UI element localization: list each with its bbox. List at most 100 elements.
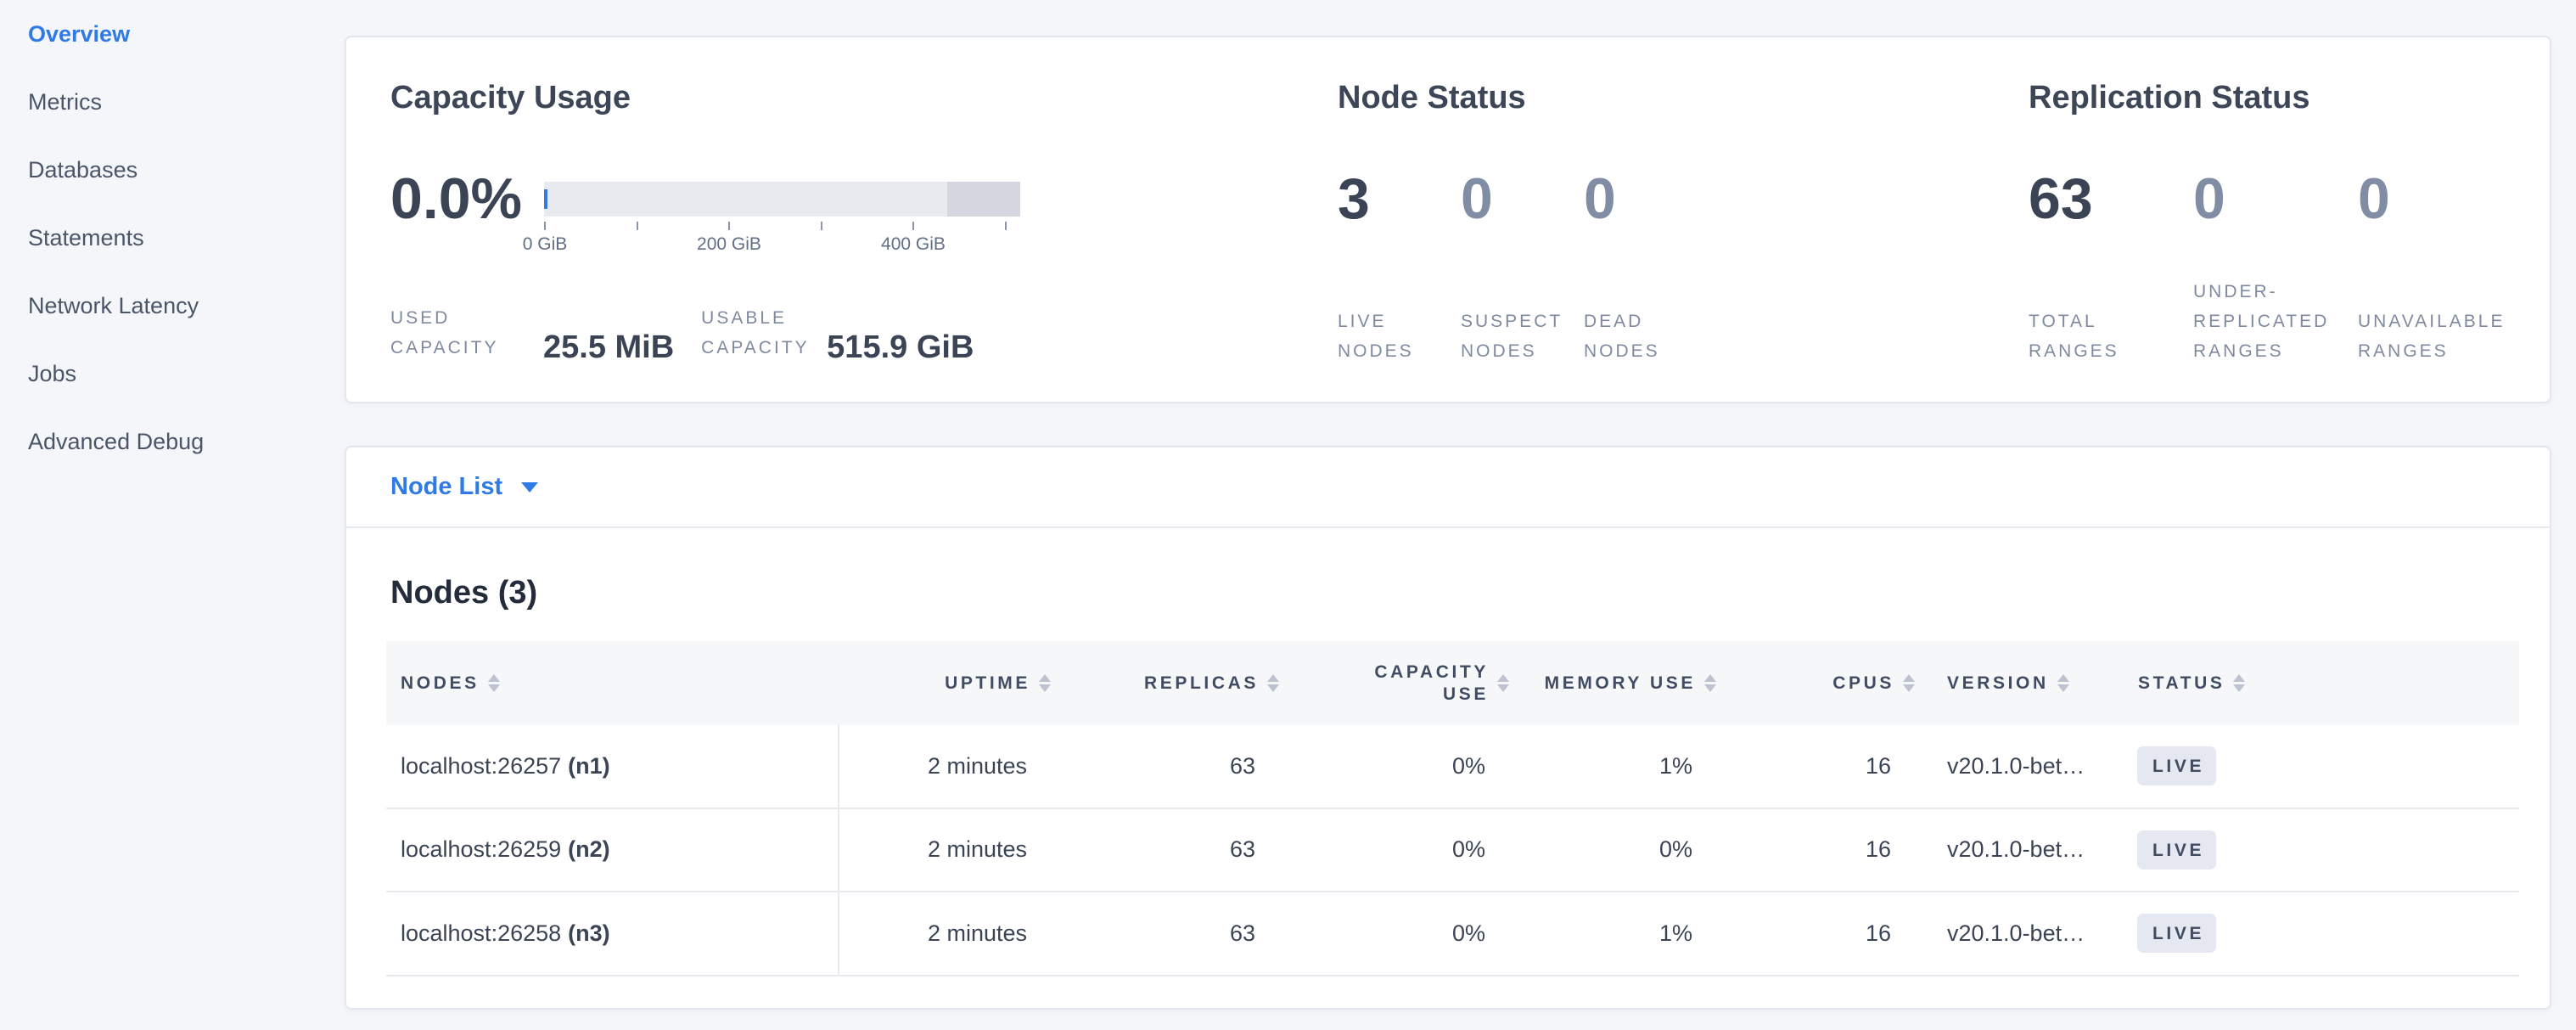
nodes-count-heading: Nodes (3) — [390, 575, 537, 611]
axis-tick — [728, 222, 730, 230]
column-label: CPUS — [1832, 673, 1894, 694]
cluster-overview-page: Overview Metrics Databases Statements Ne… — [0, 0, 2576, 1030]
live-nodes-label: LIVE NODES — [1338, 307, 1440, 366]
usable-capacity-label: USABLE CAPACITY — [701, 303, 823, 363]
axis-tick-label: 0 GiB — [523, 234, 568, 255]
live-nodes-value: 3 — [1338, 168, 1456, 229]
unavailable-label: UNAVAILABLE RANGES — [2358, 307, 2528, 366]
axis-tick — [544, 222, 546, 230]
usable-capacity-value: 515.9 GiB — [827, 329, 974, 366]
dead-nodes-value: 0 — [1584, 168, 1703, 229]
total-ranges-value: 63 — [2029, 168, 2164, 229]
used-capacity-label: USED CAPACITY — [390, 303, 533, 363]
node-list-card: Node List Nodes (3) NODES UPTIME REPLICA… — [345, 446, 2551, 1010]
sidebar-item-statements[interactable]: Statements — [0, 204, 345, 272]
divider — [346, 526, 2550, 528]
column-header-replicas[interactable]: REPLICAS — [1075, 641, 1303, 725]
sort-icon[interactable] — [1039, 674, 1051, 692]
status-cell: LIVE — [2129, 725, 2519, 808]
node-list-dropdown-label: Node List — [390, 473, 502, 501]
sidebar-item-overview[interactable]: Overview — [0, 0, 345, 68]
sort-icon[interactable] — [1704, 674, 1716, 692]
sidebar-item-network-latency[interactable]: Network Latency — [0, 272, 345, 340]
sidebar-item-metrics[interactable]: Metrics — [0, 68, 345, 136]
column-label: UPTIME — [945, 673, 1030, 694]
table-row[interactable]: localhost:26257 (n1) 2 minutes 63 0% 1% … — [386, 725, 2519, 809]
status-badge: LIVE — [2137, 746, 2216, 785]
dead-nodes-stat: 0 DEAD NODES — [1584, 168, 1703, 366]
node-id: (n2) — [568, 836, 610, 863]
column-header-memory-use[interactable]: MEMORY USE — [1533, 641, 1740, 725]
sort-icon[interactable] — [1903, 674, 1915, 692]
memory-use-cell: 1% — [1533, 725, 1740, 808]
column-label: CAPACITY USE — [1353, 661, 1489, 706]
sort-icon[interactable] — [488, 674, 500, 692]
axis-tick — [821, 222, 822, 230]
used-capacity-value: 25.5 MiB — [543, 329, 674, 366]
capacity-usage-bar — [544, 182, 1020, 217]
capacity-use-cell: 0% — [1303, 809, 1533, 892]
memory-use-cell: 0% — [1533, 809, 1740, 892]
live-nodes-stat: 3 LIVE NODES — [1338, 168, 1456, 366]
column-header-cpus[interactable]: CPUS — [1740, 641, 1939, 725]
memory-use-cell: 1% — [1533, 892, 1740, 975]
under-replicated-label: UNDER-REPLICATED RANGES — [2193, 277, 2370, 366]
uptime-cell: 2 minutes — [839, 809, 1075, 892]
cluster-summary-card: Capacity Usage 0.0% 0 GiB 200 GiB 400 Gi… — [345, 36, 2551, 403]
table-row[interactable]: localhost:26259 (n2) 2 minutes 63 0% 0% … — [386, 809, 2519, 893]
sort-icon[interactable] — [1497, 674, 1509, 692]
sidebar-item-databases[interactable]: Databases — [0, 136, 345, 204]
column-label: NODES — [401, 673, 480, 694]
column-header-status[interactable]: STATUS — [2129, 641, 2519, 725]
column-header-version[interactable]: VERSION — [1939, 641, 2129, 725]
dead-nodes-label: DEAD NODES — [1584, 307, 1686, 366]
table-header-row: NODES UPTIME REPLICAS CAPACITY USE MEMOR… — [386, 641, 2519, 725]
axis-tick — [1005, 222, 1007, 230]
sidebar-item-jobs[interactable]: Jobs — [0, 340, 345, 408]
unavailable-ranges-stat: 0 UNAVAILABLE RANGES — [2358, 168, 2528, 366]
sidebar-nav: Overview Metrics Databases Statements Ne… — [0, 0, 345, 1030]
replicas-cell: 63 — [1075, 725, 1303, 808]
capacity-use-cell: 0% — [1303, 725, 1533, 808]
column-header-nodes[interactable]: NODES — [386, 641, 839, 725]
column-label: VERSION — [1947, 673, 2049, 694]
replication-status-title: Replication Status — [2029, 80, 2310, 116]
unavailable-value: 0 — [2358, 168, 2528, 229]
column-header-uptime[interactable]: UPTIME — [839, 641, 1075, 725]
axis-tick — [637, 222, 638, 230]
node-address: localhost:26258 — [401, 920, 561, 947]
status-cell: LIVE — [2129, 809, 2519, 892]
replicas-cell: 63 — [1075, 892, 1303, 975]
column-label: STATUS — [2138, 673, 2225, 694]
replicas-cell: 63 — [1075, 809, 1303, 892]
column-label: MEMORY USE — [1545, 673, 1696, 694]
column-label: REPLICAS — [1144, 673, 1259, 694]
axis-tick-label: 200 GiB — [697, 234, 761, 255]
node-id: (n1) — [568, 753, 610, 780]
sort-icon[interactable] — [1267, 674, 1279, 692]
status-badge: LIVE — [2137, 830, 2216, 870]
suspect-nodes-stat: 0 SUSPECT NODES — [1461, 168, 1597, 366]
uptime-cell: 2 minutes — [839, 725, 1075, 808]
cpus-cell: 16 — [1740, 892, 1939, 975]
version-cell: v20.1.0-bet… — [1939, 725, 2129, 808]
node-address-cell: localhost:26258 (n3) — [386, 892, 839, 975]
status-badge: LIVE — [2137, 914, 2216, 953]
cpus-cell: 16 — [1740, 725, 1939, 808]
table-row[interactable]: localhost:26258 (n3) 2 minutes 63 0% 1% … — [386, 892, 2519, 977]
total-ranges-label: TOTAL RANGES — [2029, 307, 2130, 366]
node-list-dropdown[interactable]: Node List — [390, 447, 538, 526]
sort-icon[interactable] — [2057, 674, 2069, 692]
suspect-nodes-label: SUSPECT NODES — [1461, 307, 1593, 366]
node-id: (n3) — [568, 920, 610, 947]
status-cell: LIVE — [2129, 892, 2519, 975]
capacity-used-segment — [544, 189, 547, 209]
node-address-cell: localhost:26259 (n2) — [386, 809, 839, 892]
suspect-nodes-value: 0 — [1461, 168, 1597, 229]
sidebar-item-advanced-debug[interactable]: Advanced Debug — [0, 408, 345, 476]
total-ranges-stat: 63 TOTAL RANGES — [2029, 168, 2164, 366]
column-header-capacity-use[interactable]: CAPACITY USE — [1303, 641, 1533, 725]
capacity-used-percent: 0.0% — [390, 168, 522, 229]
capacity-stats: USED CAPACITY 25.5 MiB USABLE CAPACITY 5… — [390, 303, 974, 363]
sort-icon[interactable] — [2233, 674, 2245, 692]
